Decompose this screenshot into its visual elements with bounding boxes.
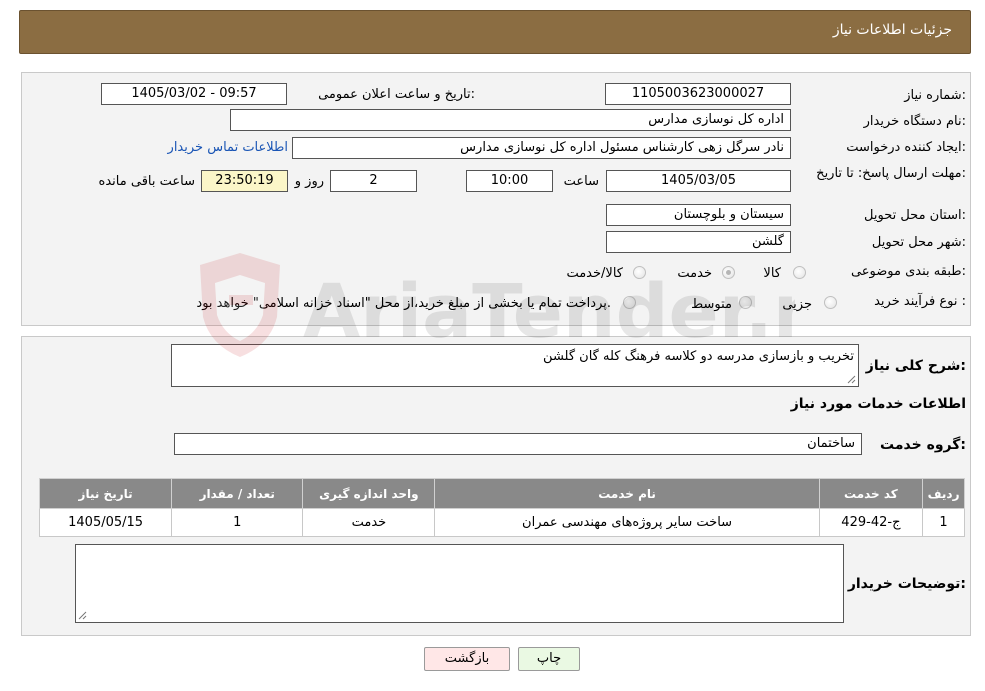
table-row: 1 ج-42-429 ساخت سایر پروژه‌های مهندسی عم… bbox=[38, 508, 965, 537]
summary-label: شرح کلی نیاز: bbox=[865, 358, 966, 374]
buyer-org-label: نام دستگاه خریدار: bbox=[863, 114, 966, 129]
table-header-row: ردیف کد خدمت نام خدمت واحد اندازه گیری ت… bbox=[38, 478, 965, 509]
process-medium-radio[interactable] bbox=[739, 296, 752, 309]
service-group-field: ساختمان bbox=[174, 433, 862, 455]
page-header: جزئیات اطلاعات نیاز bbox=[19, 10, 971, 54]
process-minor-label: جزیی bbox=[782, 297, 812, 312]
cell-unit: خدمت bbox=[302, 508, 436, 537]
process-type-label: نوع فرآیند خرید : bbox=[874, 294, 966, 309]
col-qty-header: تعداد / مقدار bbox=[171, 478, 304, 509]
city-label: شهر محل تحویل: bbox=[871, 235, 966, 250]
category-label: طبقه بندی موضوعی: bbox=[850, 264, 966, 279]
print-button[interactable]: چاپ bbox=[518, 647, 580, 671]
summary-textarea[interactable]: تخریب و بازسازی مدرسه دو کلاسه فرهنگ کله… bbox=[171, 344, 859, 387]
cell-service-name: ساخت سایر پروژه‌های مهندسی عمران bbox=[434, 508, 820, 537]
buyer-notes-textarea[interactable] bbox=[75, 544, 844, 623]
days-label: روز و bbox=[294, 174, 324, 189]
deadline-hour-label: ساعت bbox=[563, 174, 599, 189]
process-treasury-radio[interactable] bbox=[623, 296, 636, 309]
buyer-contact-link[interactable]: اطلاعات تماس خریدار bbox=[168, 140, 288, 155]
services-section-title: اطلاعات خدمات مورد نیاز bbox=[790, 396, 966, 412]
category-service-radio[interactable] bbox=[722, 266, 735, 279]
process-treasury-note: پرداخت تمام یا بخشی از مبلغ خرید،از محل … bbox=[196, 296, 611, 311]
category-service-label: خدمت bbox=[677, 266, 712, 281]
resize-grip-icon[interactable] bbox=[78, 611, 87, 620]
resize-grip-icon[interactable] bbox=[847, 375, 856, 384]
cell-quantity: 1 bbox=[171, 508, 304, 537]
buyer-notes-label: توضیحات خریدار: bbox=[847, 576, 966, 592]
col-name-header: نام خدمت bbox=[434, 478, 820, 509]
city-field: گلشن bbox=[606, 231, 791, 253]
category-goods-radio[interactable] bbox=[793, 266, 806, 279]
days-remaining-field: 2 bbox=[330, 170, 417, 192]
cell-service-code: ج-42-429 bbox=[818, 508, 924, 537]
remaining-time-field: 23:50:19 bbox=[201, 170, 288, 192]
province-label: استان محل تحویل: bbox=[864, 208, 966, 223]
col-date-header: تاریخ نیاز bbox=[38, 478, 173, 509]
deadline-date-field: 1405/03/05 bbox=[606, 170, 791, 192]
process-minor-radio[interactable] bbox=[824, 296, 837, 309]
province-field: سیستان و بلوچستان bbox=[606, 204, 791, 226]
creator-label: ایجاد کننده درخواست: bbox=[846, 140, 966, 155]
cell-row-number: 1 bbox=[922, 508, 965, 537]
cell-need-date: 1405/05/15 bbox=[38, 508, 173, 537]
category-goods-label: کالا bbox=[763, 266, 781, 281]
remaining-time-label: ساعت باقی مانده bbox=[98, 174, 195, 189]
services-table: ردیف کد خدمت نام خدمت واحد اندازه گیری ت… bbox=[38, 478, 965, 537]
process-medium-label: متوسط bbox=[691, 297, 732, 312]
back-button[interactable]: بازگشت bbox=[424, 647, 510, 671]
col-unit-header: واحد اندازه گیری bbox=[302, 478, 436, 509]
announce-datetime-field: 1405/03/02 - 09:57 bbox=[101, 83, 287, 105]
page-title: جزئیات اطلاعات نیاز bbox=[832, 22, 952, 38]
need-number-field: 1105003623000027 bbox=[605, 83, 791, 105]
col-code-header: کد خدمت bbox=[818, 478, 924, 509]
category-goods-service-radio[interactable] bbox=[633, 266, 646, 279]
category-goods-service-label: کالا/خدمت bbox=[566, 266, 623, 281]
summary-text: تخریب و بازسازی مدرسه دو کلاسه فرهنگ کله… bbox=[543, 349, 854, 364]
col-row-header: ردیف bbox=[922, 478, 965, 509]
need-number-label: شماره نیاز: bbox=[904, 88, 966, 103]
announce-datetime-label: تاریخ و ساعت اعلان عمومی: bbox=[318, 87, 475, 102]
creator-field: نادر سرگل زهی کارشناس مسئول اداره کل نوس… bbox=[292, 137, 791, 159]
buyer-org-field: اداره کل نوسازی مدارس bbox=[230, 109, 791, 131]
service-group-label: گروه خدمت: bbox=[880, 437, 966, 453]
deadline-time-field: 10:00 bbox=[466, 170, 553, 192]
deadline-label: مهلت ارسال پاسخ: تا تاریخ: bbox=[816, 166, 966, 181]
